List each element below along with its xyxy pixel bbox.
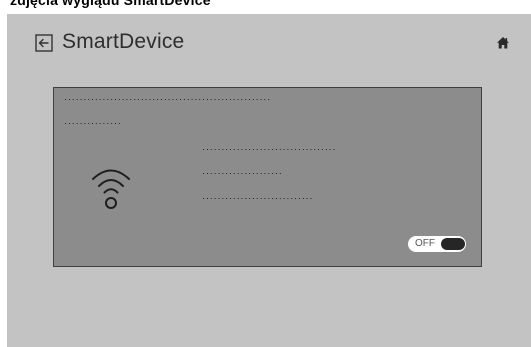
app-screen: SmartDevice ····························…	[7, 14, 531, 347]
placeholder-text-line: ·····························	[202, 198, 348, 202]
placeholder-text-line: ········································…	[64, 99, 334, 103]
cropped-caption-text: zdjęcia wyglądu SmartDevice	[10, 0, 211, 8]
placeholder-text-line: ·····················	[202, 173, 298, 177]
app-title: SmartDevice	[62, 30, 185, 53]
back-arrow-icon[interactable]	[35, 34, 53, 52]
device-card[interactable]: ········································…	[53, 87, 482, 267]
placeholder-text-line: ···································	[202, 149, 388, 153]
toggle-state-label: OFF	[415, 238, 435, 249]
home-icon[interactable]	[496, 36, 510, 50]
power-toggle[interactable]: OFF	[408, 236, 466, 252]
wifi-icon	[88, 163, 134, 213]
app-header: SmartDevice	[7, 14, 531, 74]
top-caption-strip: zdjęcia wyglądu SmartDevice	[0, 0, 531, 14]
placeholder-text-line: ···············	[64, 123, 142, 127]
toggle-knob	[441, 238, 465, 250]
